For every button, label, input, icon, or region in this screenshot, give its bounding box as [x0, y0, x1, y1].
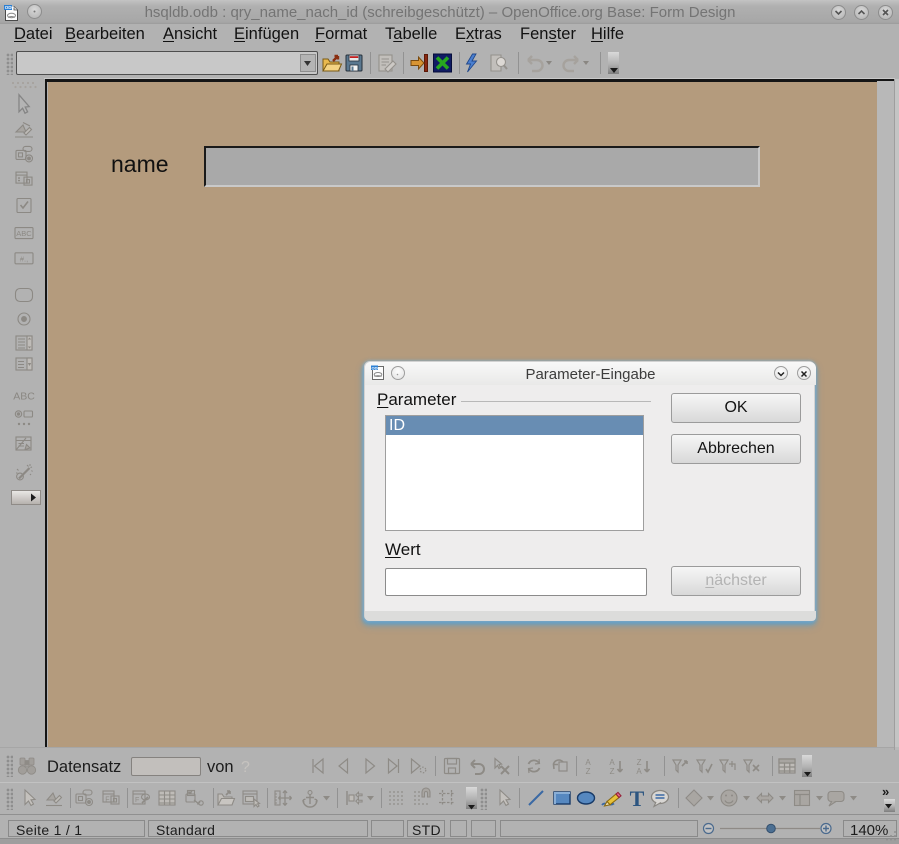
svg-text:A: A: [585, 758, 591, 767]
svg-text:ABC: ABC: [13, 391, 35, 403]
svg-text:ODF: ODF: [5, 5, 15, 10]
svg-text:F: F: [135, 797, 139, 804]
svg-text:F: F: [105, 797, 109, 804]
svg-text:A: A: [636, 767, 642, 776]
svg-text:A: A: [609, 758, 615, 767]
svg-text:Z: Z: [637, 758, 642, 767]
svg-text:#.,: #.,: [20, 254, 28, 263]
svg-text:ABC: ABC: [16, 229, 32, 238]
svg-text:T: T: [630, 786, 645, 811]
svg-text:Z: Z: [610, 767, 615, 776]
svg-text:Z: Z: [586, 767, 591, 776]
svg-text:ODF: ODF: [372, 365, 381, 370]
svg-text:»: »: [882, 784, 889, 799]
